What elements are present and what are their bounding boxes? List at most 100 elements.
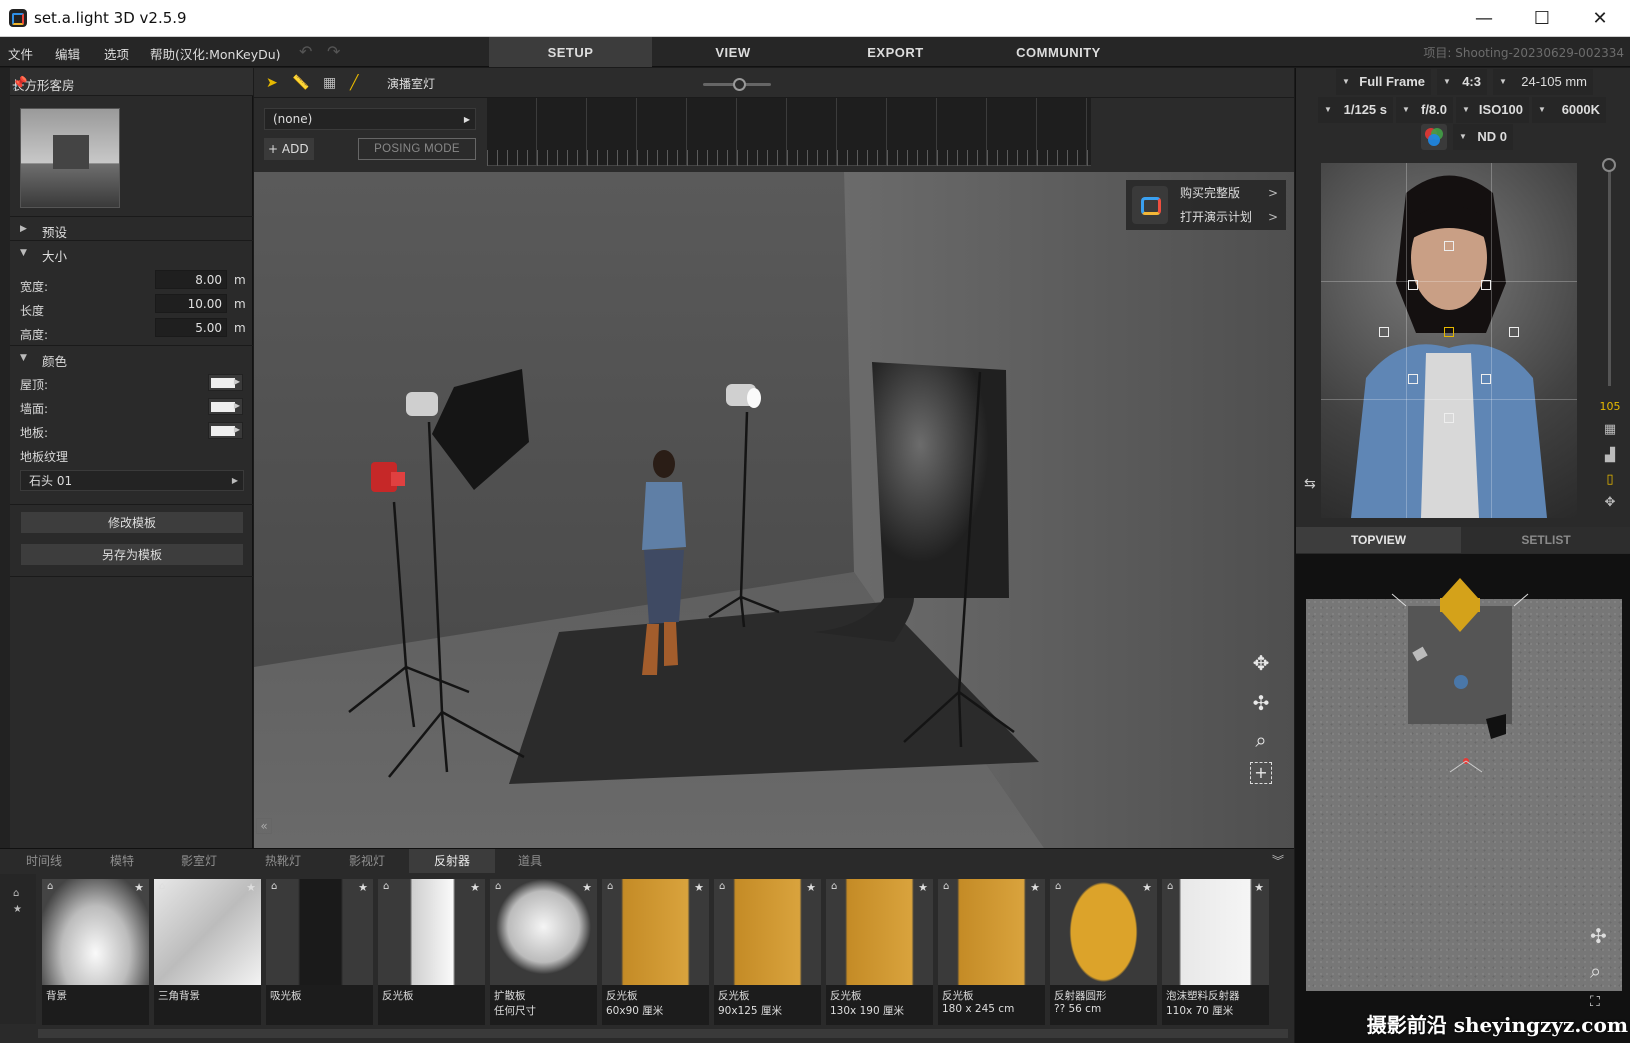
- slider-handle[interactable]: [1602, 158, 1616, 172]
- focus-point[interactable]: [1481, 374, 1491, 384]
- favorite-star-icon[interactable]: ★: [1142, 881, 1152, 894]
- active-focus-point[interactable]: [1444, 327, 1454, 337]
- undo-icon[interactable]: ↶: [299, 42, 312, 61]
- zoom-icon[interactable]: ⌕: [1590, 959, 1601, 983]
- tab-timeline[interactable]: 时间线: [10, 849, 78, 873]
- tab-topview[interactable]: TOPVIEW: [1296, 527, 1461, 553]
- redo-icon[interactable]: ↷: [327, 42, 340, 61]
- grid-overlay-icon[interactable]: ▦: [1599, 422, 1621, 440]
- orbit-icon[interactable]: ✥: [1248, 650, 1274, 676]
- floor-texture-dropdown[interactable]: 石头 01 ▶: [20, 470, 244, 491]
- tab-props[interactable]: 道具: [496, 849, 564, 873]
- chevron-down-icon[interactable]: ▼: [20, 353, 27, 363]
- nd-filter-dropdown[interactable]: ND 0: [1453, 124, 1513, 150]
- modify-template-button[interactable]: 修改模板: [20, 511, 244, 534]
- tab-reflectors[interactable]: 反射器: [409, 849, 495, 873]
- focus-point[interactable]: [1509, 327, 1519, 337]
- topview-model[interactable]: [1454, 675, 1468, 689]
- tab-export[interactable]: EXPORT: [814, 37, 977, 67]
- library-scrollbar[interactable]: [38, 1029, 1288, 1038]
- favorite-star-icon[interactable]: ★: [806, 881, 816, 894]
- buy-full-version-link[interactable]: 购买完整版 >: [1174, 181, 1282, 205]
- studio-scene[interactable]: [254, 172, 1294, 848]
- length-field[interactable]: 10.00: [155, 294, 227, 313]
- save-as-template-button[interactable]: 另存为模板: [20, 543, 244, 566]
- pin-icon[interactable]: 📌: [12, 75, 28, 90]
- library-item[interactable]: ⌂ ★ 吸光板: [266, 879, 373, 1025]
- histogram-icon[interactable]: ▟: [1599, 448, 1621, 466]
- library-item[interactable]: ⌂ ★ 反光板 60x90 厘米: [602, 879, 709, 1025]
- library-item[interactable]: ⌂ ★ 泡沫塑料反射器 110x 70 厘米: [1162, 879, 1269, 1025]
- color-channels-icon[interactable]: [1421, 124, 1447, 150]
- tab-video-lights[interactable]: 影视灯: [333, 849, 401, 873]
- width-field[interactable]: 8.00: [155, 270, 227, 289]
- tab-models[interactable]: 模特: [88, 849, 156, 873]
- slider-handle[interactable]: [733, 78, 747, 91]
- maximize-button[interactable]: ☐: [1513, 0, 1571, 37]
- menu-edit[interactable]: 编辑: [55, 44, 80, 63]
- wall-color-picker[interactable]: ▶: [208, 398, 243, 415]
- iso-dropdown[interactable]: ISO100: [1456, 97, 1529, 123]
- favorite-star-icon[interactable]: ★: [470, 881, 480, 894]
- menu-help[interactable]: 帮助(汉化:MonKeyDu): [150, 44, 281, 63]
- move-camera-icon[interactable]: ✥: [1599, 495, 1621, 513]
- white-balance-dropdown[interactable]: 6000K: [1532, 97, 1606, 123]
- chevron-down-icon[interactable]: ▼: [20, 248, 27, 258]
- favorite-star-icon[interactable]: ★: [582, 881, 592, 894]
- backdrop-paper[interactable]: [872, 362, 1009, 598]
- fit-view-icon[interactable]: +: [1250, 762, 1272, 784]
- room-thumbnail[interactable]: [20, 108, 120, 208]
- zoom-slider[interactable]: [1602, 158, 1616, 386]
- select-arrow-icon[interactable]: ➤: [266, 75, 278, 91]
- open-demo-plan-link[interactable]: 打开演示计划 >: [1174, 205, 1282, 229]
- floor-color-picker[interactable]: ▶: [208, 422, 243, 439]
- library-item[interactable]: ⌂ ★ 反光板: [378, 879, 485, 1025]
- posing-mode-button[interactable]: POSING MODE: [358, 138, 476, 160]
- focus-point[interactable]: [1408, 374, 1418, 384]
- library-item[interactable]: ⌂ ★ 反射器圆形?? 56 cm: [1050, 879, 1157, 1025]
- camera-preview[interactable]: [1321, 163, 1577, 518]
- sensor-dropdown[interactable]: Full Frame: [1336, 69, 1431, 95]
- preset-section[interactable]: ▶ 预设: [10, 216, 253, 240]
- favorite-star-icon[interactable]: ★: [1254, 881, 1264, 894]
- animation-dropdown[interactable]: (none) ▶: [264, 108, 476, 130]
- favorite-star-icon[interactable]: ★: [246, 881, 256, 894]
- ratio-dropdown[interactable]: 4:3: [1437, 69, 1487, 95]
- collapse-left-panel-icon[interactable]: «: [256, 818, 272, 834]
- favorite-star-icon[interactable]: ★: [918, 881, 928, 894]
- height-field[interactable]: 5.00: [155, 318, 227, 337]
- home-filter-icon[interactable]: ⌂: [13, 888, 19, 899]
- tab-community[interactable]: COMMUNITY: [977, 37, 1140, 67]
- move-handle[interactable]: [1440, 598, 1480, 612]
- focus-point[interactable]: [1444, 241, 1454, 251]
- menu-file[interactable]: 文件: [8, 44, 33, 63]
- favorite-filter-icon[interactable]: ★: [13, 904, 22, 915]
- orientation-icon[interactable]: ▯: [1599, 472, 1621, 490]
- library-item[interactable]: ⌂ ★ 三角背景: [154, 879, 261, 1025]
- pan-icon[interactable]: ✣: [1590, 924, 1607, 948]
- focus-point[interactable]: [1379, 327, 1389, 337]
- favorite-star-icon[interactable]: ★: [134, 881, 144, 894]
- tab-setlist[interactable]: SETLIST: [1461, 527, 1630, 553]
- aperture-dropdown[interactable]: f/8.0: [1396, 97, 1453, 123]
- studio-light-slider[interactable]: [703, 78, 771, 91]
- zoom-icon[interactable]: ⌕: [1248, 727, 1274, 753]
- favorite-star-icon[interactable]: ★: [1030, 881, 1040, 894]
- top-view-map[interactable]: ✣ ⌕ ⛶: [1296, 554, 1630, 1043]
- library-item[interactable]: ⌂ ★ 反光板 180 x 245 cm: [938, 879, 1045, 1025]
- add-keyframe-button[interactable]: + ADD: [264, 138, 314, 160]
- focus-point[interactable]: [1408, 280, 1418, 290]
- line-tool-icon[interactable]: ╱: [350, 75, 358, 91]
- minimize-button[interactable]: —: [1455, 0, 1513, 37]
- measure-ruler-icon[interactable]: 📏: [292, 75, 309, 91]
- fit-view-icon[interactable]: ⛶: [1590, 994, 1600, 1010]
- menu-options[interactable]: 选项: [104, 44, 129, 63]
- library-item[interactable]: ⌂ ★ 反光板 130x 190 厘米: [826, 879, 933, 1025]
- swap-view-icon[interactable]: ⇆: [1304, 476, 1316, 492]
- focus-point[interactable]: [1481, 280, 1491, 290]
- tab-setup[interactable]: SETUP: [489, 37, 652, 67]
- focus-point[interactable]: [1444, 413, 1454, 423]
- lens-dropdown[interactable]: 24-105 mm: [1493, 69, 1593, 95]
- favorite-star-icon[interactable]: ★: [358, 881, 368, 894]
- pan-icon[interactable]: ✣: [1248, 690, 1274, 716]
